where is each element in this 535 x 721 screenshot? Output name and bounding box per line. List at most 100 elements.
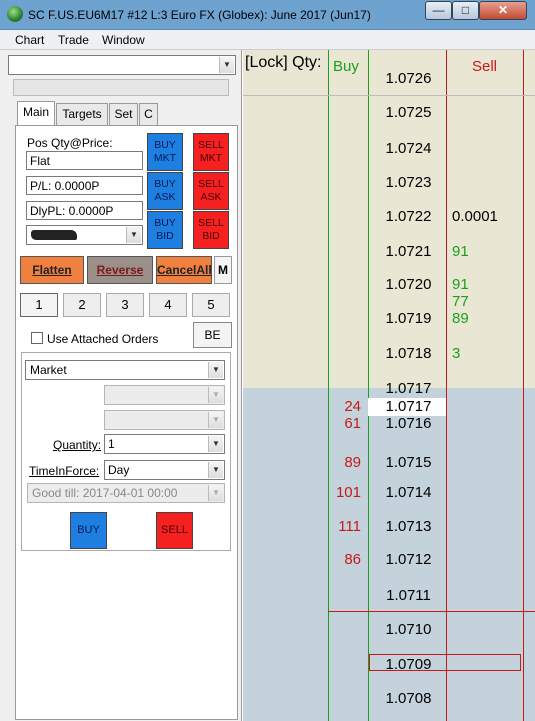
row-separator: [243, 95, 535, 96]
dom-price-cell[interactable]: 1.0710: [371, 621, 446, 638]
dom-ask-cell[interactable]: 91: [452, 276, 469, 293]
price2-dropdown[interactable]: ▼: [104, 410, 225, 430]
sell-ask-line2: ASK: [200, 191, 222, 203]
sell-button[interactable]: SELL: [156, 512, 193, 549]
use-attached-orders-checkbox[interactable]: [31, 332, 43, 344]
symbol-dropdown[interactable]: ▼: [8, 55, 236, 75]
dom-ask-cell[interactable]: 77: [452, 293, 469, 310]
buy-bid-button[interactable]: BUY BID: [147, 211, 183, 249]
menu-chart[interactable]: Chart: [15, 33, 44, 47]
dom-bid-cell[interactable]: 89: [328, 454, 361, 471]
dom-bid-cell[interactable]: 61: [328, 415, 361, 432]
dom-price-cell[interactable]: 1.0726: [371, 70, 446, 87]
close-button[interactable]: ✕: [479, 1, 527, 20]
chevron-down-icon: ▼: [219, 57, 234, 73]
dom-price-cell[interactable]: 1.0711: [371, 587, 446, 604]
depth-of-market-ladder[interactable]: [Lock] Qty: Buy Sell 1.0726 1.0725 1.0724 1…: [243, 50, 535, 721]
dom-price-cell[interactable]: 1.0708: [371, 690, 446, 707]
buy-bid-line2: BID: [156, 230, 174, 242]
minimize-button[interactable]: —: [425, 1, 452, 20]
dom-price-cell[interactable]: 1.0723: [371, 174, 446, 191]
flatten-button[interactable]: Flatten: [20, 256, 84, 284]
dom-price-cell[interactable]: 1.0725: [371, 104, 446, 121]
dom-price-cell[interactable]: 1.0724: [371, 140, 446, 157]
reverse-button[interactable]: Reverse: [87, 256, 153, 284]
chevron-down-icon: ▼: [208, 412, 223, 428]
sell-market-line2: MKT: [199, 152, 223, 164]
menu-trade[interactable]: Trade: [58, 33, 89, 47]
chevron-down-icon: ▼: [126, 227, 141, 243]
price1-dropdown[interactable]: ▼: [104, 385, 225, 405]
good-till-value: Good till: 2017-04-01 00:00: [32, 486, 178, 500]
dom-price-cell[interactable]: 1.0717: [371, 380, 446, 397]
qty-preset-2[interactable]: 2: [63, 293, 101, 317]
dom-ask-cell[interactable]: 91: [452, 243, 469, 260]
dom-ask-cell[interactable]: 89: [452, 310, 469, 327]
position-line: [328, 611, 535, 612]
qty-preset-1[interactable]: 1: [20, 293, 58, 317]
sell-bid-button[interactable]: SELL BID: [193, 211, 229, 249]
dom-bid-cell[interactable]: 101: [328, 484, 361, 501]
qty-preset-3[interactable]: 3: [106, 293, 144, 317]
dom-bid-cell[interactable]: 111: [328, 518, 361, 535]
cancel-all-button[interactable]: CancelAll: [156, 256, 212, 284]
chevron-down-icon: ▼: [208, 362, 223, 378]
good-till-field[interactable]: Good till: 2017-04-01 00:00 ▼: [27, 483, 225, 503]
dom-price-cell[interactable]: 1.0713: [371, 518, 446, 535]
sell-column-header: Sell: [472, 58, 498, 75]
chevron-down-icon: ▼: [208, 436, 223, 452]
buy-ask-line2: ASK: [154, 191, 176, 203]
dom-ask-cell[interactable]: 3: [452, 345, 460, 362]
dom-price-cell[interactable]: 1.0721: [371, 243, 446, 260]
sell-ask-line1: SELL: [198, 178, 224, 190]
sell-market-button[interactable]: SELL MKT: [193, 133, 229, 171]
tab-main[interactable]: Main: [17, 101, 55, 126]
dom-price-cell[interactable]: 1.0716: [371, 415, 446, 432]
app-globe-icon: [7, 6, 23, 22]
dom-price-cell[interactable]: 1.0722: [371, 208, 446, 225]
qty-preset-5[interactable]: 5: [192, 293, 230, 317]
tab-set[interactable]: Set: [109, 103, 138, 125]
pl-field: P/L: 0.0000P: [26, 176, 143, 195]
m-button[interactable]: M: [214, 256, 232, 284]
buy-ask-button[interactable]: BUY ASK: [147, 172, 183, 210]
sell-bid-line1: SELL: [198, 217, 224, 229]
buy-button[interactable]: BUY: [70, 512, 107, 549]
sell-market-line1: SELL: [198, 139, 224, 151]
pos-value-field: Flat: [26, 151, 143, 170]
window-title: SC F.US.EU6M17 #12 L:3 Euro FX (Globex):…: [28, 8, 371, 22]
chevron-down-icon: ▼: [208, 485, 223, 501]
dom-price-cell[interactable]: 1.0714: [371, 484, 446, 501]
redacted-account: [31, 230, 77, 240]
dom-price-cell[interactable]: 1.0712: [371, 551, 446, 568]
sell-ask-button[interactable]: SELL ASK: [193, 172, 229, 210]
pos-qty-price-label: Pos Qty@Price:: [27, 136, 113, 150]
price-column-left-divider: [368, 50, 369, 721]
daily-pl-field: DlyPL: 0.0000P: [26, 201, 143, 220]
breakeven-button[interactable]: BE: [193, 322, 232, 348]
dom-price-cell[interactable]: 1.0718: [371, 345, 446, 362]
order-type-dropdown[interactable]: Market ▼: [25, 360, 225, 380]
time-in-force-dropdown[interactable]: Day ▼: [104, 460, 225, 480]
dom-price-cell[interactable]: 1.0719: [371, 310, 446, 327]
dom-bid-cell[interactable]: 86: [328, 551, 361, 568]
dom-bid-cell[interactable]: 24: [328, 398, 361, 415]
dom-price-cell[interactable]: 1.0715: [371, 454, 446, 471]
tab-targets[interactable]: Targets: [56, 103, 108, 125]
quantity-label: Quantity:: [53, 438, 102, 452]
quantity-dropdown[interactable]: 1 ▼: [104, 434, 225, 454]
time-in-force-value: Day: [108, 463, 130, 477]
account-dropdown[interactable]: ▼: [26, 225, 143, 245]
order-type-value: Market: [30, 363, 67, 377]
buy-column-header: Buy: [333, 58, 359, 75]
tab-c[interactable]: C: [139, 103, 158, 125]
menu-window[interactable]: Window: [102, 33, 145, 47]
dom-ask-cell[interactable]: 0.0001: [452, 208, 498, 225]
dom-price-cell[interactable]: 1.0709: [371, 656, 446, 673]
dom-price-cell[interactable]: 1.0720: [371, 276, 446, 293]
dom-price-cell[interactable]: 1.0717: [371, 398, 446, 415]
use-attached-orders-label: Use Attached Orders: [47, 332, 159, 346]
buy-market-button[interactable]: BUY MKT: [147, 133, 183, 171]
qty-preset-4[interactable]: 4: [149, 293, 187, 317]
maximize-button[interactable]: □: [452, 1, 479, 20]
